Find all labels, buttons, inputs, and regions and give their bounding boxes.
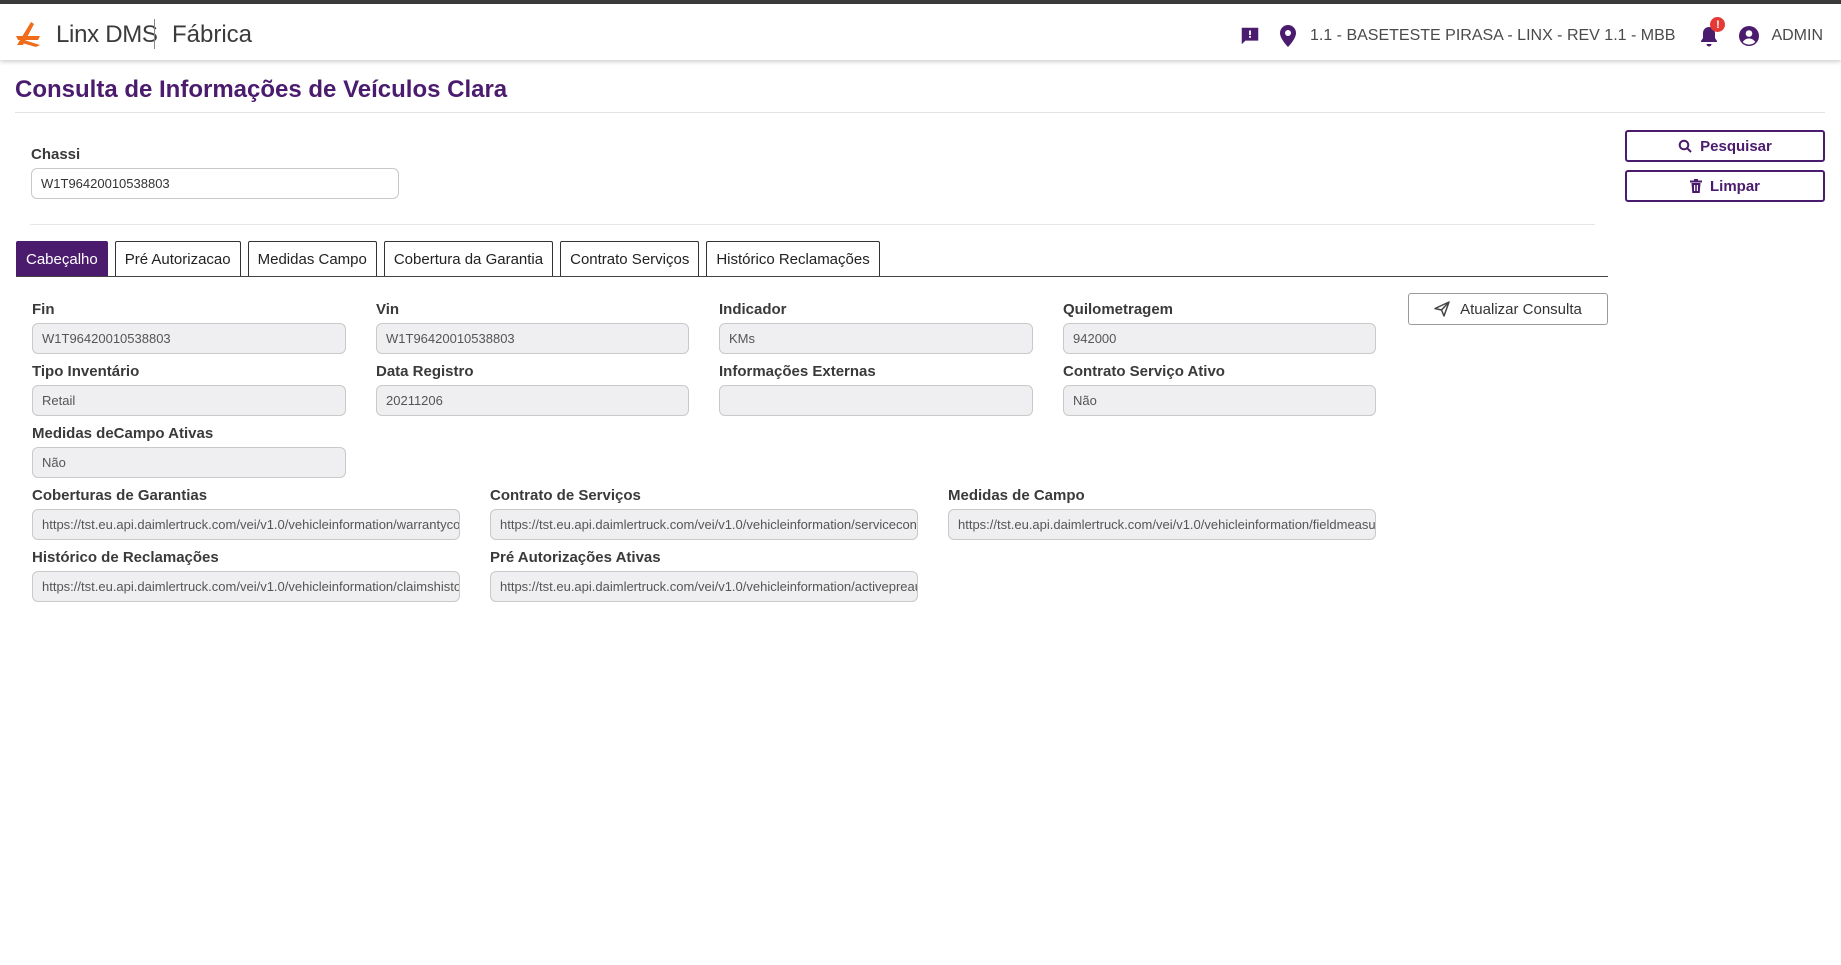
search-button-label: Pesquisar bbox=[1700, 137, 1772, 155]
medidas-campo-ativas-field[interactable]: Não bbox=[32, 447, 346, 478]
chassi-input[interactable]: W1T96420010538803 bbox=[31, 168, 399, 199]
contrato-servicos-field[interactable]: https://tst.eu.api.daimlertruck.com/vei/… bbox=[490, 509, 918, 540]
module-name: Fábrica bbox=[172, 21, 253, 48]
search-icon bbox=[1678, 139, 1692, 153]
contrato-servico-ativo-label: Contrato Serviço Ativo bbox=[1063, 363, 1225, 380]
historico-reclamacoes-field[interactable]: https://tst.eu.api.daimlertruck.com/vei/… bbox=[32, 571, 460, 602]
tab-cobertura-garantia[interactable]: Cobertura da Garantia bbox=[383, 241, 554, 277]
contrato-servicos-label: Contrato de Serviços bbox=[490, 487, 641, 504]
update-query-label: Atualizar Consulta bbox=[1460, 300, 1582, 318]
brand-name[interactable]: Linx DMS bbox=[56, 21, 158, 49]
tipo-inventario-label: Tipo Inventário bbox=[32, 363, 140, 380]
coberturas-garantias-label: Coberturas de Garantias bbox=[32, 487, 208, 504]
tab-medidas-campo[interactable]: Medidas Campo bbox=[247, 241, 377, 277]
tabs-divider bbox=[16, 276, 1608, 277]
user-circle-icon[interactable] bbox=[1737, 24, 1761, 48]
linx-logo-icon bbox=[16, 22, 40, 47]
fin-field[interactable]: W1T96420010538803 bbox=[32, 323, 346, 354]
indicador-field[interactable]: KMs bbox=[719, 323, 1033, 354]
vin-field[interactable]: W1T96420010538803 bbox=[376, 323, 689, 354]
chat-icon[interactable] bbox=[1238, 24, 1262, 48]
user-name[interactable]: ADMIN bbox=[1771, 27, 1823, 45]
data-registro-label: Data Registro bbox=[376, 363, 474, 380]
tab-pre-autorizacao[interactable]: Pré Autorizacao bbox=[114, 241, 241, 277]
informacoes-externas-label: Informações Externas bbox=[719, 363, 876, 380]
search-button[interactable]: Pesquisar bbox=[1625, 130, 1825, 162]
tipo-inventario-field[interactable]: Retail bbox=[32, 385, 346, 416]
medidas-de-campo-field[interactable]: https://tst.eu.api.daimlertruck.com/vei/… bbox=[948, 509, 1376, 540]
update-query-button[interactable]: Atualizar Consulta bbox=[1408, 293, 1608, 325]
data-registro-field[interactable]: 20211206 bbox=[376, 385, 689, 416]
coberturas-garantias-field[interactable]: https://tst.eu.api.daimlertruck.com/vei/… bbox=[32, 509, 460, 540]
quilometragem-label: Quilometragem bbox=[1063, 301, 1174, 318]
pre-autorizacoes-ativas-field[interactable]: https://tst.eu.api.daimlertruck.com/vei/… bbox=[490, 571, 918, 602]
send-icon bbox=[1434, 301, 1450, 317]
title-divider bbox=[15, 112, 1825, 113]
location-pin-icon[interactable] bbox=[1276, 24, 1300, 48]
medidas-campo-ativas-label: Medidas deCampo Ativas bbox=[32, 425, 214, 442]
medidas-de-campo-label: Medidas de Campo bbox=[948, 487, 1085, 504]
tab-bar: Cabeçalho Pré Autorizacao Medidas Campo … bbox=[16, 241, 880, 277]
indicador-label: Indicador bbox=[719, 301, 787, 318]
clear-button[interactable]: Limpar bbox=[1625, 170, 1825, 202]
app-header: Linx DMS Fábrica 1.1 - BASETESTE PIRASA … bbox=[0, 4, 1841, 60]
quilometragem-field[interactable]: 942000 bbox=[1063, 323, 1376, 354]
brand-divider bbox=[154, 19, 155, 49]
chassi-label: Chassi bbox=[31, 146, 81, 163]
pre-autorizacoes-ativas-label: Pré Autorizações Ativas bbox=[490, 549, 661, 566]
bell-icon[interactable]: ! bbox=[1697, 17, 1726, 48]
informacoes-externas-field[interactable] bbox=[719, 385, 1033, 416]
trash-icon bbox=[1689, 179, 1702, 193]
page-title: Consulta de Informações de Veículos Clar… bbox=[15, 76, 508, 103]
section-divider bbox=[30, 224, 1595, 225]
notification-badge: ! bbox=[1710, 17, 1726, 32]
contrato-servico-ativo-field[interactable]: Não bbox=[1063, 385, 1376, 416]
header-actions: 1.1 - BASETESTE PIRASA - LINX - REV 1.1 … bbox=[1238, 8, 1823, 64]
tab-contrato-servicos[interactable]: Contrato Serviços bbox=[560, 241, 700, 277]
historico-reclamacoes-label: Histórico de Reclamações bbox=[32, 549, 219, 566]
vin-label: Vin bbox=[376, 301, 400, 318]
tab-historico-reclamacoes[interactable]: Histórico Reclamações bbox=[706, 241, 880, 277]
location-label[interactable]: 1.1 - BASETESTE PIRASA - LINX - REV 1.1 … bbox=[1310, 27, 1675, 45]
tab-cabecalho[interactable]: Cabeçalho bbox=[16, 241, 108, 277]
fin-label: Fin bbox=[32, 301, 55, 318]
clear-button-label: Limpar bbox=[1709, 177, 1760, 195]
